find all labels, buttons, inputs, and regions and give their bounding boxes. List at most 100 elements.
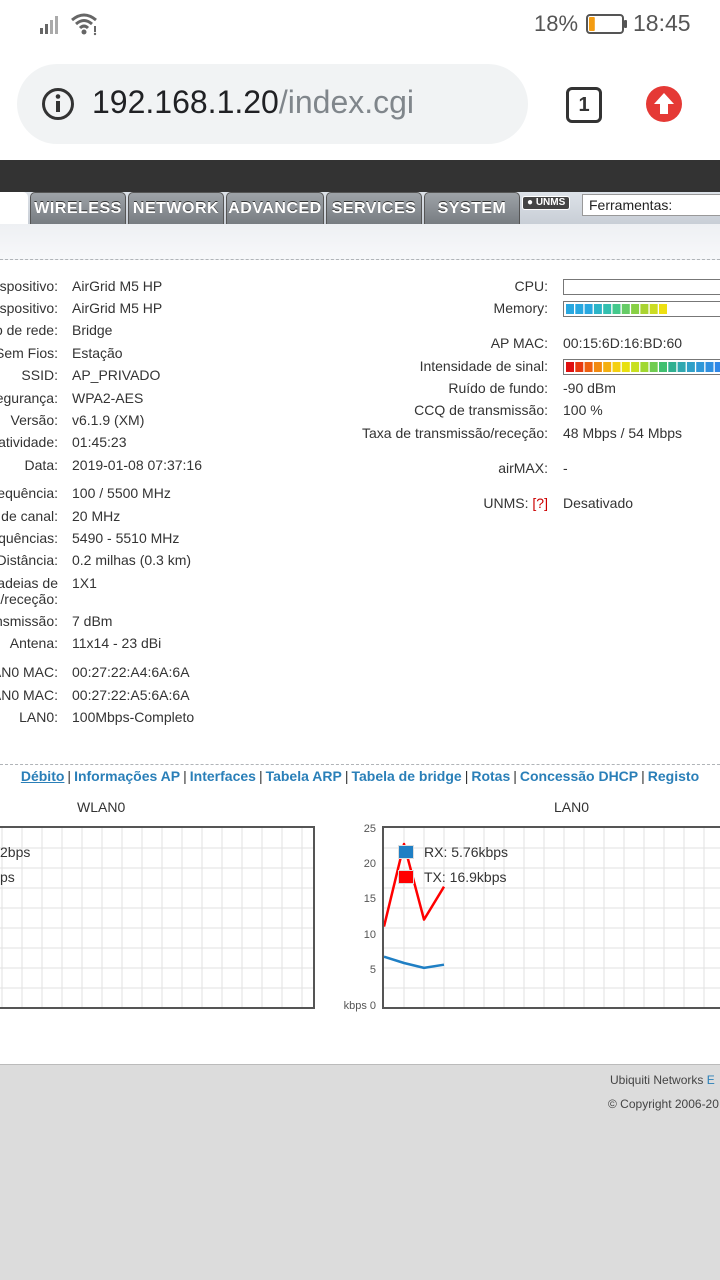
bar-segment — [714, 362, 720, 372]
info-link[interactable]: Tabela de bridge — [351, 768, 461, 784]
bar-segment — [659, 304, 667, 314]
bar-segment — [603, 362, 612, 372]
bar-segment — [584, 304, 593, 314]
status-row-label: LAN0: — [19, 709, 58, 725]
cpu-bar — [563, 279, 720, 295]
memory-label: Memory: — [493, 300, 548, 316]
tab-network[interactable]: NETWORK — [128, 192, 224, 224]
status-row-label: spositivo: — [0, 278, 58, 294]
status-row-label: adeias de — [0, 575, 58, 591]
info-link[interactable]: Registo — [648, 768, 699, 784]
status-row-value: 5490 - 5510 MHz — [72, 530, 180, 546]
bar-segment — [566, 304, 574, 314]
status-row-value: Estação — [72, 345, 123, 361]
status-row-value: 7 dBm — [72, 613, 113, 629]
bar-segment — [631, 362, 640, 372]
bar-segment — [640, 362, 649, 372]
tools-select[interactable]: Ferramentas: — [582, 194, 720, 216]
tx-swatch — [398, 870, 414, 884]
divider — [0, 764, 720, 765]
lan-tx-label: TX: 16.9kbps — [424, 869, 507, 885]
status-row-value: AirGrid M5 HP — [72, 300, 163, 316]
info-link[interactable]: Tabela ARP — [266, 768, 342, 784]
status-row-label: AN0 MAC: — [0, 687, 58, 703]
status-row-label-line2: /receção: — [0, 591, 58, 607]
lan-rx-legend: RX: 5.76kbps — [398, 844, 508, 860]
signal-bar-fill — [566, 362, 720, 372]
ccq-label: CCQ de transmissão: — [414, 402, 548, 418]
bar-segment — [686, 362, 695, 372]
ap-mac-label: AP MAC: — [490, 335, 548, 351]
tab-advanced[interactable]: ADVANCED — [226, 192, 324, 224]
ccq-value: 100 % — [563, 402, 603, 418]
info-icon[interactable] — [41, 87, 75, 121]
bar-segment — [696, 362, 705, 372]
info-link[interactable]: Interfaces — [190, 768, 256, 784]
status-bar: 18% 18:45 — [0, 0, 720, 50]
wifi-icon — [71, 13, 97, 36]
footer-brand-link[interactable]: E — [707, 1073, 715, 1087]
status-row-value: 00:27:22:A5:6A:6A — [72, 687, 190, 703]
unms-badge-label: UNMS — [535, 197, 566, 208]
url-text[interactable]: 192.168.1.20/index.cgi — [92, 84, 414, 121]
unms-help-link[interactable]: [?] — [532, 495, 548, 511]
bar-segment — [575, 304, 584, 314]
memory-bar-fill — [566, 304, 667, 314]
tab-switcher-button[interactable]: 1 — [566, 87, 602, 123]
clock: 18:45 — [633, 10, 691, 36]
link-separator: | — [258, 768, 263, 784]
unms-label-text: UNMS: — [483, 495, 529, 511]
info-link[interactable]: Informações AP — [74, 768, 180, 784]
status-row-label: Data: — [24, 457, 58, 473]
status-row-label: Sem Fios: — [0, 345, 58, 361]
signal-bar — [563, 359, 720, 375]
bar-segment — [677, 362, 686, 372]
y-tick-label: 25 — [363, 823, 376, 835]
tab-system[interactable]: SYSTEM — [424, 192, 520, 224]
wlan-tx-legend: ps — [0, 869, 15, 885]
bar-segment — [621, 362, 630, 372]
footer: Ubiquiti Networks E © Copyright 2006-20 — [0, 1064, 720, 1280]
url-host: 192.168.1.20 — [92, 84, 279, 120]
bar-segment — [631, 304, 640, 314]
signal-label: Intensidade de sinal: — [419, 358, 548, 374]
bar-segment — [649, 304, 658, 314]
cell-signal-icon — [40, 16, 58, 34]
main-tab-active[interactable] — [0, 192, 28, 224]
status-row-label: Distância: — [0, 552, 58, 568]
memory-bar — [563, 301, 720, 317]
url-path: /index.cgi — [278, 84, 415, 120]
info-link[interactable]: Rotas — [471, 768, 510, 784]
status-row-value: AP_PRIVADO — [72, 367, 161, 383]
y-tick-label: kbps 0 — [343, 1000, 376, 1012]
status-row-value: 01:45:23 — [72, 434, 127, 450]
bar-segment — [668, 362, 677, 372]
noise-value: -90 dBm — [563, 380, 616, 396]
battery-percent: 18% — [534, 11, 579, 36]
status-row-value: 00:27:22:A4:6A:6A — [72, 664, 190, 680]
footer-brand: Ubiquiti Networks E — [610, 1073, 715, 1087]
bar-segment — [612, 362, 621, 372]
rx-swatch — [398, 845, 414, 859]
wlan-grid — [0, 828, 313, 1007]
rate-label: Taxa de transmissão/receção: — [362, 425, 548, 441]
battery-icon — [586, 14, 627, 34]
info-link[interactable]: Débito — [21, 768, 65, 784]
info-links: Débito | Informações AP | Interfaces | Tabela … — [0, 768, 720, 784]
airmax-label: airMAX: — [498, 460, 548, 476]
status-row-value: 1X1 — [72, 575, 97, 591]
web-page: WIRELESS NETWORK ADVANCED SERVICES SYSTE… — [0, 160, 720, 1280]
link-separator: | — [183, 768, 187, 784]
update-icon[interactable] — [646, 86, 682, 122]
main-nav: WIRELESS NETWORK ADVANCED SERVICES SYSTE… — [0, 192, 720, 224]
unms-badge[interactable]: ● UNMS — [522, 196, 571, 210]
link-separator: | — [464, 768, 469, 784]
status-row-label: de canal: — [1, 508, 58, 524]
info-link[interactable]: Concessão DHCP — [520, 768, 638, 784]
address-bar[interactable]: 192.168.1.20/index.cgi — [17, 64, 528, 144]
tab-wireless[interactable]: WIRELESS — [30, 192, 126, 224]
status-row-value: Bridge — [72, 322, 113, 338]
tab-services[interactable]: SERVICES — [326, 192, 422, 224]
link-separator: | — [513, 768, 517, 784]
status-row-label: Antena: — [9, 635, 58, 651]
